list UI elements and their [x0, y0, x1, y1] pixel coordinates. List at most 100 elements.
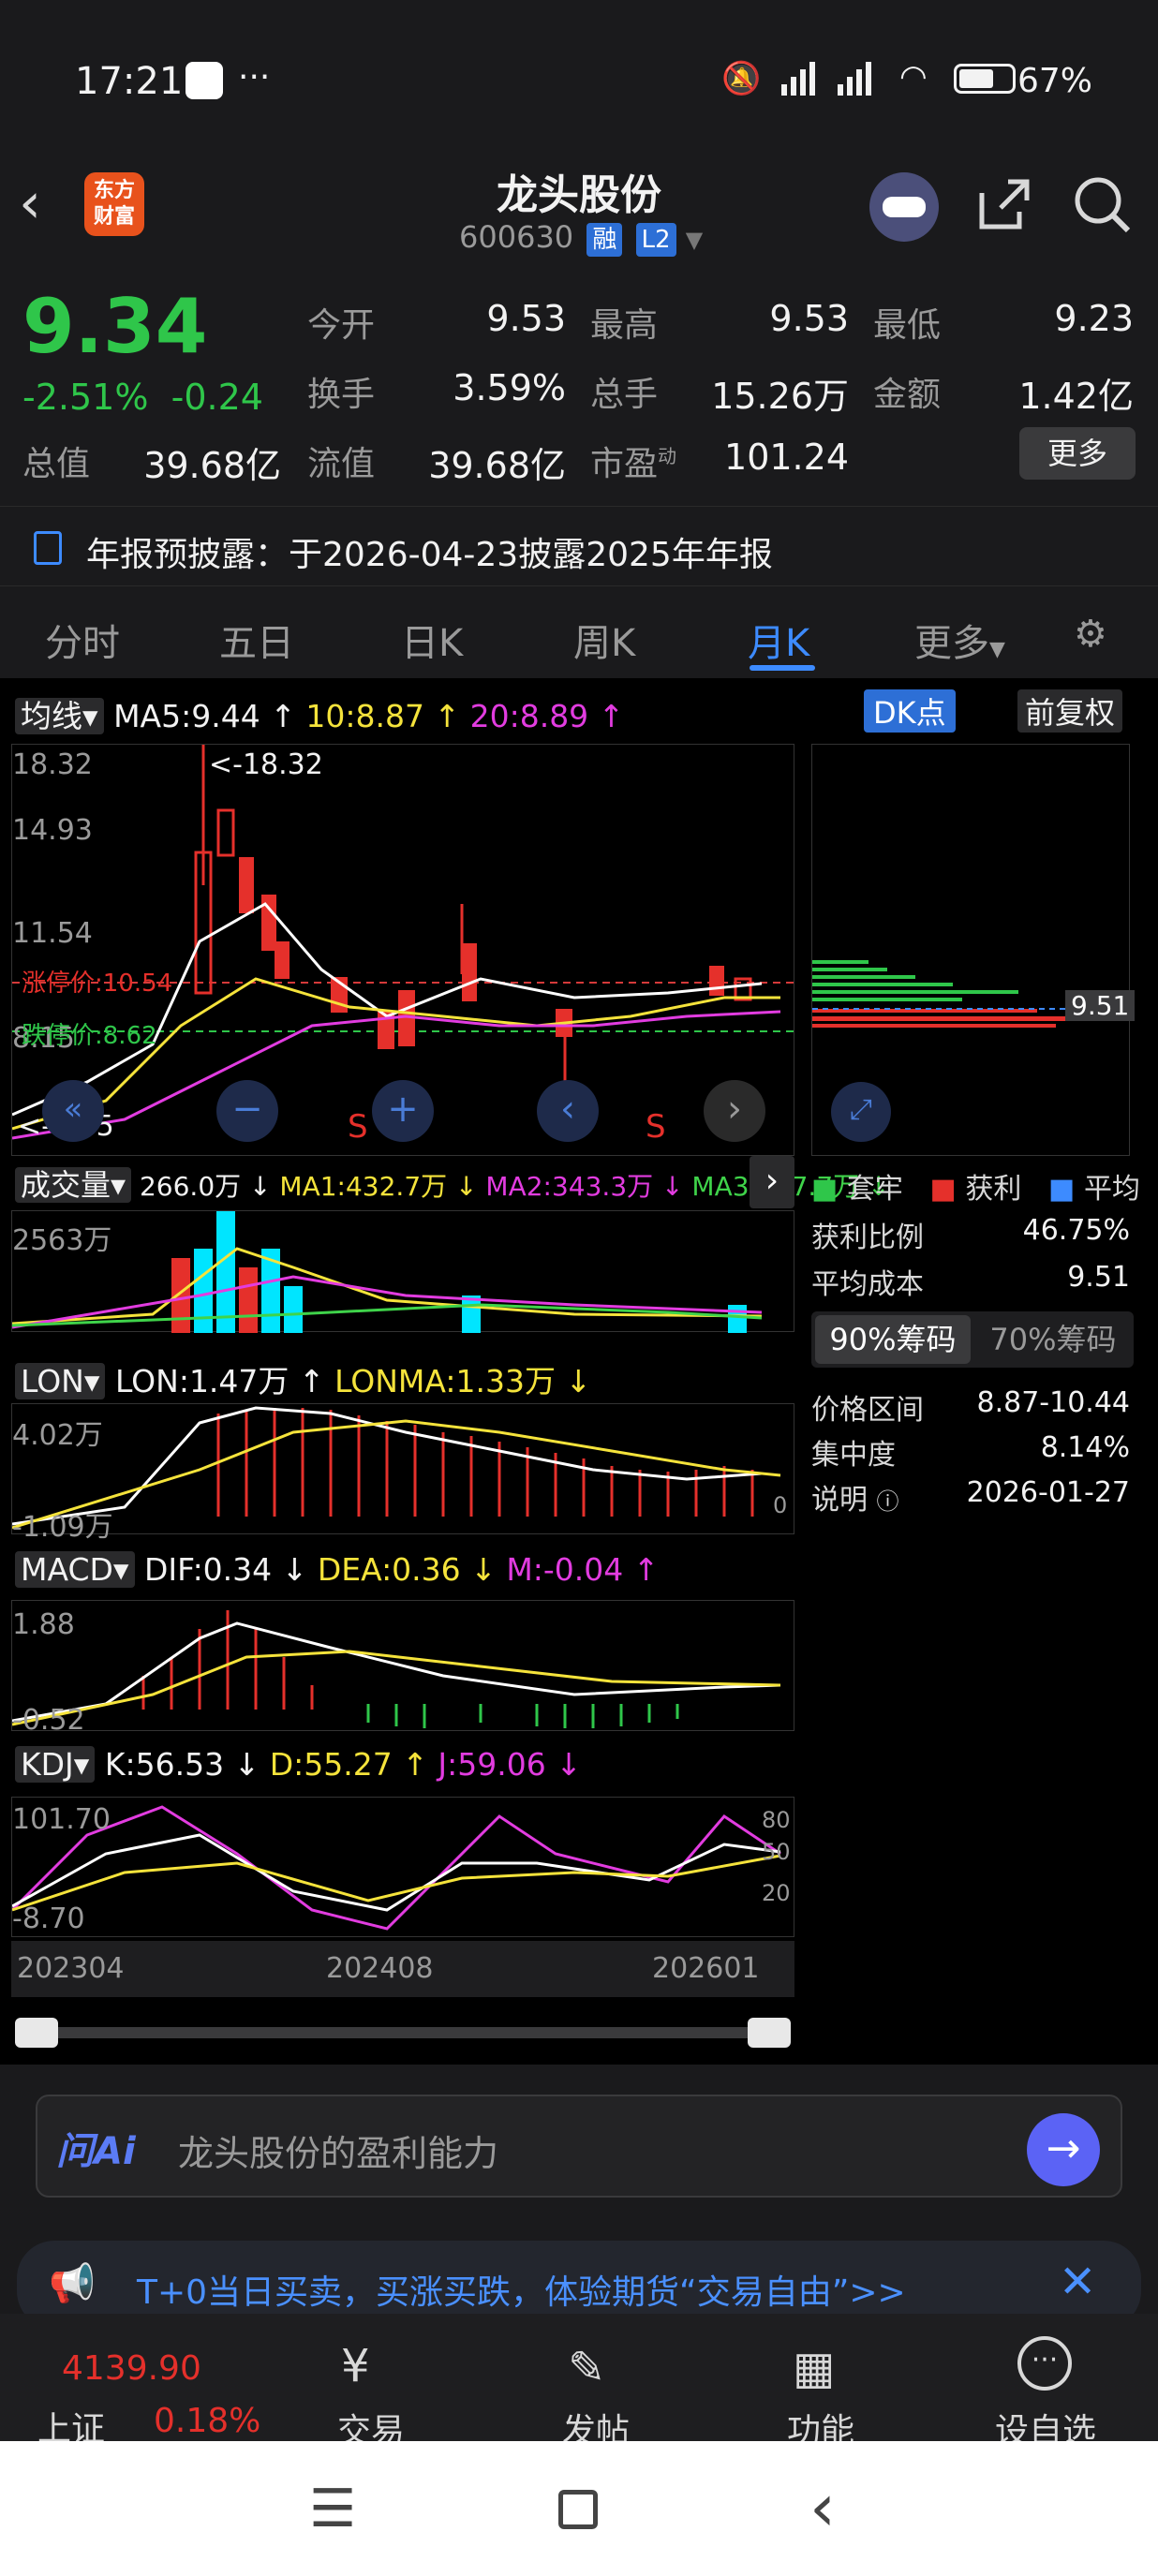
high-label: 最高 [590, 306, 659, 345]
kdj-selector[interactable]: KDJ▾ [15, 1746, 96, 1783]
signal-icon [781, 62, 871, 96]
more-button[interactable]: 更多 [1019, 427, 1136, 480]
chip-distribution-panel[interactable]: 9.51 ⤢ [811, 744, 1136, 1156]
ma-selector[interactable]: 均线▾ [15, 698, 104, 734]
limit-up-label: 涨停价:10.54 [22, 970, 173, 998]
scroll-left-fast-icon[interactable]: « [42, 1080, 104, 1142]
close-icon[interactable]: ✕ [1059, 2256, 1096, 2308]
arrow-right-icon[interactable]: → [1027, 2113, 1100, 2186]
play-store-icon [186, 62, 223, 99]
tab-five-day[interactable]: 五日 [219, 613, 294, 667]
menu-icon[interactable]: ☰ [309, 2479, 356, 2539]
zoom-in-icon[interactable]: + [372, 1080, 434, 1142]
x-axis: 202304 202408 202601 [11, 1941, 794, 1997]
lonma-value: LONMA:1.33万 ↓ [334, 1363, 592, 1399]
tab-daily-k[interactable]: 日K [401, 613, 463, 667]
gear-icon[interactable]: ⚙ [1074, 613, 1107, 656]
scroll-right-icon[interactable]: › [704, 1080, 765, 1142]
range-scrollbar[interactable] [15, 2018, 791, 2048]
tab-chips-90[interactable]: 90%筹码 [815, 1315, 971, 1364]
chip-legend: ■ 套牢 ■ 获利 ■ 平均 [811, 1173, 1140, 1206]
volume-ma2: MA2:343.3万 ↓ [485, 1171, 684, 1202]
profit-value: 46.75% [1022, 1214, 1130, 1247]
cost-label: 平均成本 [811, 1268, 924, 1301]
tab-chips-70[interactable]: 70%筹码 [976, 1315, 1130, 1364]
dk-point-button[interactable]: DK点 [864, 689, 956, 733]
high-value: 9.53 [769, 298, 849, 339]
battery-icon [954, 64, 1016, 94]
ai-input[interactable]: 龙头股份的盈利能力 [178, 2124, 498, 2176]
macd-y-top: 1.88 [12, 1608, 75, 1641]
kdj-y-bottom: -8.70 [12, 1902, 85, 1935]
concentration-label: 集中度 [811, 1439, 896, 1472]
notice-text: 年报预披露：于2026-04-23披露2025年年报 [86, 536, 773, 574]
stock-code-row[interactable]: 600630 融 L2 ▼ [459, 219, 703, 257]
volume-selector[interactable]: 成交量▾ [15, 1167, 132, 1203]
kdj-j: J:59.06 ↓ [438, 1746, 582, 1783]
search-icon[interactable] [1072, 174, 1132, 234]
expand-icon[interactable]: ⤢ [831, 1082, 891, 1142]
change-amount: -0.24 [171, 377, 263, 418]
range-handle-left[interactable] [15, 2018, 58, 2048]
volume-label: 总手 [590, 376, 659, 414]
tab-intraday[interactable]: 分时 [45, 613, 120, 667]
home-icon[interactable] [558, 2490, 598, 2529]
more-notifications: ··· [238, 58, 271, 96]
lon-panel[interactable]: 4.02万 -1.09万 0 [11, 1403, 794, 1544]
ai-question-box[interactable]: 问Ai 龙头股份的盈利能力 → [36, 2095, 1122, 2198]
lon-selector[interactable]: LON▾ [15, 1363, 106, 1399]
range-handle-right[interactable] [748, 2018, 791, 2048]
scroll-left-icon[interactable]: ‹ [537, 1080, 599, 1142]
back-nav-icon[interactable]: ‹ [809, 2469, 836, 2546]
index-value[interactable]: 4139.90 [62, 2349, 201, 2388]
sell-signal-2: S [646, 1108, 666, 1146]
lon-legend: LON▾ LON:1.47万 ↑ LONMA:1.33万 ↓ [15, 1356, 591, 1401]
macd-dif: DIF:0.34 ↓ [144, 1551, 308, 1588]
index-change: 0.18% [154, 2402, 261, 2440]
mktcap-label: 总值 [22, 445, 91, 483]
macd-y-bottom: -0.52 [12, 1704, 85, 1737]
volume-y-top: 2563万 [12, 1224, 112, 1257]
kdj-d: D:55.27 ↑ [269, 1746, 428, 1783]
volume-panel[interactable]: 2563万 [11, 1210, 794, 1333]
banner-text: T+0当日买卖，买涨买跌，体验期货“交易自由”>> [137, 2273, 906, 2312]
document-icon [34, 531, 62, 565]
mktcap-value: 39.68亿 [143, 445, 281, 486]
margin-badge: 融 [586, 223, 623, 257]
legend-expand-icon[interactable]: › [750, 1156, 794, 1208]
low-label: 最低 [873, 306, 942, 345]
pe-value: 101.24 [724, 437, 849, 478]
zoom-out-icon[interactable]: − [216, 1080, 278, 1142]
kdj-panel[interactable]: 101.70 -8.70 80 50 20 [10, 1797, 794, 1937]
change-row: -2.51% -0.24 [22, 377, 263, 418]
y-axis-top: 18.32 [12, 748, 93, 781]
wifi-icon: ◠ [899, 58, 928, 96]
ma10-value: 10:8.87 ↑ [305, 698, 461, 734]
bottom-nav: 4139.90 上证 0.18% ¥ 交易 ✎ 发帖 ▦ 功能 ··· 设自选 [0, 2314, 1158, 2450]
system-nav-bar: ☰ ‹ [0, 2441, 1158, 2576]
lon-y-bottom: -1.09万 [12, 1511, 113, 1544]
yen-icon: ¥ [341, 2340, 370, 2392]
kdj-y-top: 101.70 [12, 1803, 111, 1836]
amount-label: 金额 [873, 376, 942, 414]
note-label[interactable]: 说明 ⓘ [811, 1476, 899, 1517]
macd-selector[interactable]: MACD▾ [15, 1551, 135, 1588]
report-notice[interactable]: 年报预披露：于2026-04-23披露2025年年报 [0, 506, 1158, 586]
tab-more[interactable]: 更多▼ [914, 613, 1005, 667]
kdj-ref-20: 20 [762, 1880, 791, 1906]
l2-badge: L2 [635, 223, 676, 257]
macd-panel[interactable]: 1.88 -0.52 [11, 1600, 794, 1737]
kline-panel[interactable]: 18.32 14.93 11.54 8.15 <-18.32 涨停价:10.54… [11, 744, 795, 1156]
info-icon: ⓘ [876, 1488, 899, 1515]
stock-code: 600630 [459, 219, 574, 255]
x-tick-3: 202601 [652, 1952, 760, 1985]
tab-weekly-k[interactable]: 周K [573, 613, 635, 667]
share-icon[interactable] [974, 174, 1034, 234]
robot-assistant-icon[interactable] [869, 172, 939, 242]
edit-icon: ✎ [568, 2342, 606, 2394]
range-value: 8.87-10.44 [976, 1386, 1130, 1419]
kdj-legend: KDJ▾ K:56.53 ↓ D:55.27 ↑ J:59.06 ↓ [15, 1746, 582, 1783]
clock: 17:21 [75, 60, 184, 103]
tab-monthly-k[interactable]: 月K [748, 613, 809, 667]
adjustment-button[interactable]: 前复权 [1017, 689, 1123, 733]
